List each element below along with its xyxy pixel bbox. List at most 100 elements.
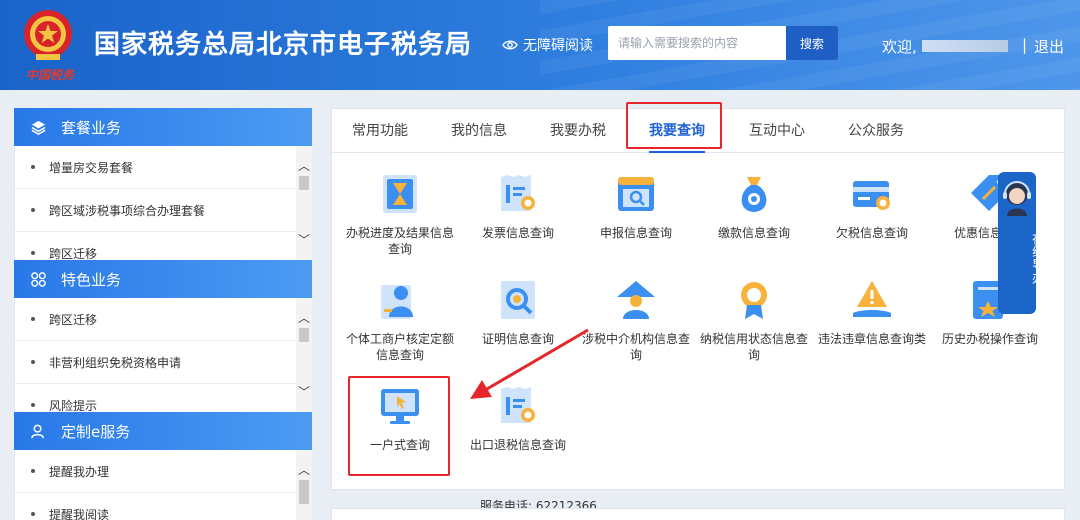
username-redacted [922, 40, 1008, 52]
chevron-up-icon[interactable]: ︿ [298, 160, 310, 172]
tile-label: 纳税信用状态信息查询 [699, 332, 808, 362]
tile-export-refund-query[interactable]: 出口退税信息查询 [463, 385, 573, 495]
sidebar-list-featured: 跨区迁移 非营利组织免税资格申请 风险提示 ︿ ﹀ [14, 298, 312, 412]
search-button[interactable]: 搜索 [786, 26, 838, 60]
sidebar-item-migration[interactable]: 跨区迁移 [15, 298, 312, 341]
accessibility-label: 无障碍阅读 [523, 38, 593, 54]
chevron-down-icon[interactable]: ﹀ [298, 386, 310, 398]
sidebar-item-remind-handle[interactable]: 提醒我办理 [15, 450, 312, 493]
sidebar-item-label: 风险提示 [49, 398, 98, 413]
tab-common-functions[interactable]: 常用功能 [352, 109, 408, 153]
online-guide-label: 在线导办 [1029, 232, 1044, 284]
bullet-icon [31, 251, 35, 255]
tile-payment-query[interactable]: 缴款信息查询 [699, 173, 809, 283]
tile-certificate-query[interactable]: 证明信息查询 [463, 279, 573, 389]
tile-label: 违法违章信息查询类 [817, 332, 926, 346]
agency-icon [617, 281, 655, 319]
monitor-cursor-icon [381, 389, 419, 424]
tile-individual-business-query[interactable]: 个体工商户核定定额信息查询 [345, 279, 455, 389]
tile-label: 证明信息查询 [481, 332, 554, 346]
tile-declaration-query[interactable]: 申报信息查询 [581, 173, 691, 283]
tile-label: 申报信息查询 [599, 226, 672, 240]
site-title: 国家税务总局北京市电子税务局 [94, 30, 473, 60]
scrollbar[interactable]: ︿ ﹀ [296, 298, 312, 412]
certificate-search-icon [501, 281, 535, 319]
sidebar-item-cross-region-package[interactable]: 跨区域涉税事项综合办理套餐 [15, 189, 312, 232]
search-input[interactable] [608, 26, 786, 60]
scroll-thumb[interactable] [299, 480, 309, 504]
tile-credit-query[interactable]: 纳税信用状态信息查询 [699, 279, 809, 389]
sidebar-item-remind-read[interactable]: 提醒我阅读 [15, 493, 312, 520]
layers-icon [31, 120, 46, 135]
export-refund-icon [501, 387, 535, 423]
scrollbar[interactable]: ︿ [296, 450, 312, 520]
eye-icon [502, 40, 518, 50]
sidebar-item-label: 提醒我阅读 [49, 507, 110, 520]
sidebar: 套餐业务 增量房交易套餐 跨区域涉税事项综合办理套餐 跨区迁移 ︿ ﹀ 特色业务… [14, 108, 312, 520]
hourglass-icon [383, 175, 417, 213]
tab-public-service[interactable]: 公众服务 [848, 109, 904, 153]
sidebar-section-title: 定制e服务 [61, 422, 131, 441]
tile-invoice-query[interactable]: 发票信息查询 [463, 173, 573, 283]
tile-arrears-query[interactable]: 欠税信息查询 [817, 173, 927, 283]
customer-service-avatar-icon [1003, 181, 1031, 216]
sidebar-section-title: 特色业务 [61, 270, 122, 289]
sidebar-item-label: 跨区迁移 [49, 312, 98, 327]
scrollbar[interactable]: ︿ ﹀ [296, 146, 312, 260]
tile-label: 欠税信息查询 [835, 226, 908, 240]
chevron-up-icon[interactable]: ︿ [298, 312, 310, 324]
tile-label: 历史办税操作查询 [941, 332, 1038, 346]
tab-bar: 常用功能 我的信息 我要办税 我要查询 互动中心 公众服务 [332, 109, 1064, 153]
sidebar-section-featured[interactable]: 特色业务 [14, 260, 312, 298]
scroll-thumb[interactable] [299, 328, 309, 342]
sidebar-item-label: 非营利组织免税资格申请 [49, 355, 182, 370]
bullet-icon [31, 208, 35, 212]
credit-medal-icon [741, 282, 767, 319]
sidebar-item-nonprofit-exemption[interactable]: 非营利组织免税资格申请 [15, 341, 312, 384]
user-icon [31, 424, 44, 438]
tab-my-info[interactable]: 我的信息 [451, 109, 507, 153]
sidebar-item-label: 增量房交易套餐 [49, 160, 134, 175]
sidebar-section-custom-service[interactable]: 定制e服务 [14, 412, 312, 450]
tile-one-stop-query[interactable]: 一户式查询 [345, 385, 455, 495]
chevron-up-icon[interactable]: ︿ [298, 464, 310, 476]
tax-emblem-icon [24, 10, 72, 60]
warning-icon [853, 281, 891, 317]
money-bag-icon [741, 177, 767, 212]
tile-label: 办税进度及结果信息查询 [345, 226, 454, 256]
sidebar-item-label: 提醒我办理 [49, 464, 110, 479]
tile-label: 个体工商户核定定额信息查询 [345, 332, 454, 362]
sidebar-item-label: 跨区迁移 [49, 246, 98, 261]
tile-violation-query[interactable]: 违法违章信息查询类 [817, 279, 927, 389]
accessibility-reading-link[interactable]: 无障碍阅读 [502, 35, 593, 55]
individual-business-icon [381, 285, 413, 319]
chevron-down-icon[interactable]: ﹀ [298, 234, 310, 246]
bullet-icon [31, 512, 35, 516]
emblem-signature: 中国税务 [26, 68, 75, 82]
header-bar: 中国税务 国家税务总局北京市电子税务局 无障碍阅读 搜索 欢迎, | 退出 [0, 0, 1080, 90]
card-search-icon [853, 181, 890, 210]
logout-link[interactable]: 退出 [1034, 36, 1064, 57]
invoice-search-icon [501, 175, 535, 211]
tile-label: 一户式查询 [369, 438, 430, 452]
sidebar-section-package[interactable]: 套餐业务 [14, 108, 312, 146]
scroll-thumb[interactable] [299, 176, 309, 190]
bullet-icon [31, 403, 35, 407]
tab-tax-handling[interactable]: 我要办税 [550, 109, 606, 153]
sidebar-item-risk-notice[interactable]: 风险提示 [15, 384, 312, 412]
tile-progress-query[interactable]: 办税进度及结果信息查询 [345, 173, 455, 283]
search-box: 搜索 [608, 26, 838, 60]
header-divider: | [1022, 36, 1028, 54]
tile-agency-query[interactable]: 涉税中介机构信息查询 [581, 279, 691, 389]
tab-interaction-center[interactable]: 互动中心 [749, 109, 805, 153]
online-guide-button[interactable]: 在线导办 [998, 172, 1044, 314]
sidebar-item-label: 跨区域涉税事项综合办理套餐 [49, 203, 206, 218]
declaration-search-icon [618, 177, 654, 211]
sidebar-section-title: 套餐业务 [61, 118, 122, 137]
sidebar-item-housing-package[interactable]: 增量房交易套餐 [15, 146, 312, 189]
tile-label: 发票信息查询 [481, 226, 554, 240]
tab-query[interactable]: 我要查询 [649, 109, 705, 153]
sidebar-list-custom-service: 提醒我办理 提醒我阅读 ︿ [14, 450, 312, 520]
bullet-icon [31, 317, 35, 321]
sidebar-item-cross-region-migration[interactable]: 跨区迁移 [15, 232, 312, 260]
